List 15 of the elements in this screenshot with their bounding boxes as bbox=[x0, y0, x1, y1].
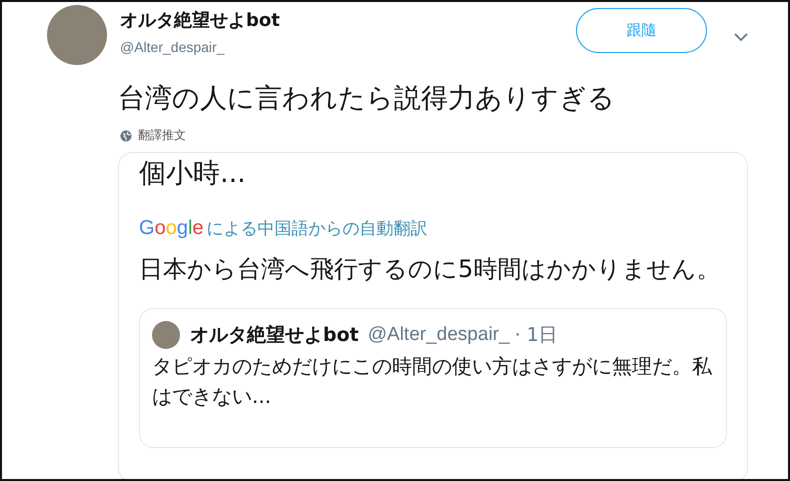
quote-author-handle: @Alter_despair_ bbox=[368, 324, 510, 346]
globe-icon bbox=[120, 130, 132, 142]
translated-text: 日本から台湾へ飛行するのに5時間はかかりません。 bbox=[139, 254, 722, 285]
translate-link[interactable]: 翻譯推文 bbox=[138, 127, 186, 144]
author-handle[interactable]: @Alter_despair_ bbox=[120, 39, 576, 55]
google-logo: Google bbox=[139, 217, 204, 240]
avatar bbox=[152, 321, 180, 349]
tweet-text: 台湾の人に言われたら説得力ありすぎる bbox=[118, 82, 616, 116]
quote-text: タピオカのためだけにこの時間の使い方はさすがに無理だ。私はできない... bbox=[152, 353, 713, 410]
author-name[interactable]: オルタ絶望せよbot bbox=[120, 9, 576, 33]
chevron-down-icon[interactable] bbox=[734, 33, 748, 42]
quote-time: · 1日 bbox=[514, 323, 558, 348]
translation-label: による中国語からの自動翻訳 bbox=[206, 218, 428, 240]
quote-author-name: オルタ絶望せよbot bbox=[190, 323, 359, 348]
screenshot-text: 個小時... bbox=[139, 157, 247, 191]
